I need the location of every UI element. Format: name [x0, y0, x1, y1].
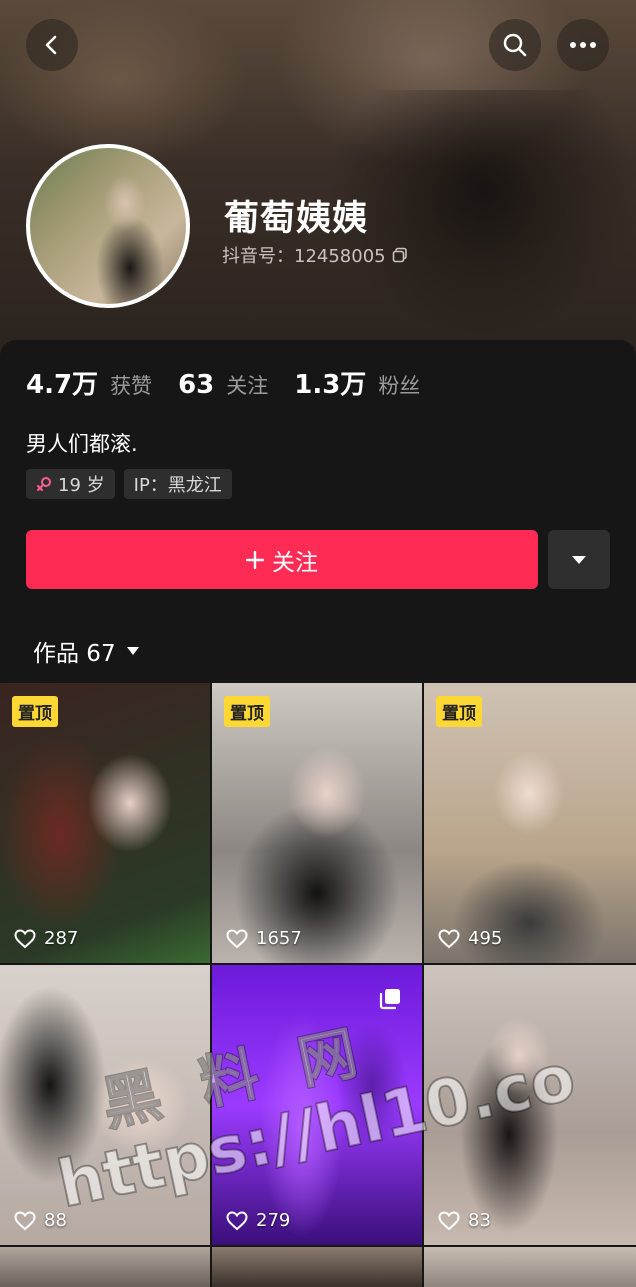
- heart-icon: [226, 1210, 248, 1230]
- recommend-dropdown-button[interactable]: [548, 530, 610, 589]
- video-thumbnail[interactable]: 279: [212, 965, 422, 1245]
- age-tag: 19 岁: [26, 469, 115, 499]
- douyin-id[interactable]: 抖音号：12458005: [222, 242, 408, 268]
- like-count-value: 88: [44, 1210, 67, 1231]
- profile-tags: 19 岁 IP：黑龙江: [26, 469, 232, 499]
- heart-icon: [14, 1210, 36, 1230]
- like-count: 88: [14, 1210, 67, 1231]
- more-options-button[interactable]: [557, 19, 609, 71]
- video-thumbnail[interactable]: 置顶 495: [424, 683, 636, 963]
- plus-icon: [246, 550, 264, 569]
- search-icon: [503, 33, 527, 57]
- pinned-badge: 置顶: [436, 696, 482, 727]
- more-dots-icon: [570, 42, 596, 48]
- back-button[interactable]: [26, 19, 78, 71]
- follow-button[interactable]: 关注: [26, 530, 538, 589]
- female-gender-icon: [37, 477, 51, 491]
- like-count: 1657: [226, 928, 302, 949]
- like-count-value: 83: [468, 1210, 491, 1231]
- like-count-value: 279: [256, 1210, 291, 1231]
- search-button[interactable]: [489, 19, 541, 71]
- video-thumbnail[interactable]: [0, 1247, 210, 1287]
- likes-label[interactable]: 获赞: [110, 370, 152, 400]
- followers-label[interactable]: 粉丝: [378, 370, 420, 400]
- like-count: 495: [438, 928, 502, 949]
- tab-works[interactable]: 作品 67: [33, 634, 140, 668]
- chevron-left-icon: [45, 35, 57, 55]
- cover-shadow: [330, 90, 636, 340]
- copy-icon[interactable]: [392, 247, 408, 263]
- heart-icon: [226, 928, 248, 948]
- like-count-value: 1657: [256, 928, 302, 949]
- heart-icon: [14, 928, 36, 948]
- avatar[interactable]: [26, 144, 190, 308]
- follow-label: 关注: [272, 549, 318, 576]
- multi-image-icon: [379, 989, 400, 1010]
- ip-tag: IP：黑龙江: [123, 469, 232, 499]
- like-count-value: 495: [468, 928, 503, 949]
- profile-bio: 男人们都滚.: [26, 432, 138, 456]
- caret-down-icon: [126, 647, 139, 655]
- profile-name: 葡萄姨姨: [224, 199, 369, 239]
- pinned-badge: 置顶: [12, 696, 58, 727]
- like-count: 287: [14, 928, 78, 949]
- heart-icon: [438, 1210, 460, 1230]
- video-thumbnail[interactable]: 置顶 1657: [212, 683, 422, 963]
- heart-icon: [438, 928, 460, 948]
- caret-down-icon: [572, 555, 586, 564]
- douyin-id-text: 抖音号：12458005: [222, 246, 386, 267]
- like-count: 279: [226, 1210, 290, 1231]
- like-count: 83: [438, 1210, 491, 1231]
- works-grid: 置顶 287 置顶 1657 置顶 495 88 279 83: [0, 683, 636, 1287]
- likes-count[interactable]: 4.7万: [26, 364, 98, 401]
- works-label: 作品 67: [33, 641, 116, 667]
- video-thumbnail[interactable]: [424, 1247, 636, 1287]
- following-count[interactable]: 63: [178, 370, 214, 400]
- followers-count[interactable]: 1.3万: [294, 364, 366, 401]
- video-thumbnail[interactable]: 83: [424, 965, 636, 1245]
- like-count-value: 287: [44, 928, 79, 949]
- pinned-badge: 置顶: [224, 696, 270, 727]
- video-thumbnail[interactable]: 88: [0, 965, 210, 1245]
- ip-text: IP：黑龙江: [133, 475, 222, 496]
- video-thumbnail[interactable]: [212, 1247, 422, 1287]
- following-label[interactable]: 关注: [226, 370, 268, 400]
- video-thumbnail[interactable]: 置顶 287: [0, 683, 210, 963]
- profile-stats: 4.7万 获赞 63 关注 1.3万 粉丝: [26, 364, 434, 401]
- age-text: 19 岁: [58, 475, 105, 496]
